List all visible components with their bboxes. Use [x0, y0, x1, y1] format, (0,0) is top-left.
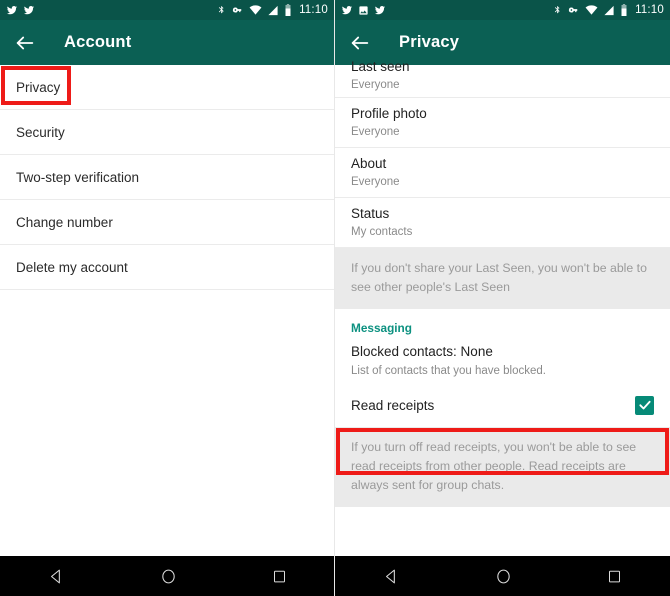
right-navigation-bar — [335, 556, 670, 596]
home-nav-icon[interactable] — [160, 568, 177, 585]
right-status-time: 11:10 — [635, 4, 664, 16]
bluetooth-icon — [217, 4, 226, 16]
read-receipts-checkbox[interactable] — [635, 395, 654, 415]
privacy-item-last-seen[interactable]: Last seen Everyone — [335, 59, 670, 98]
battery-icon — [620, 4, 628, 16]
photo-icon — [358, 5, 369, 16]
left-status-bar: 11:10 — [0, 0, 334, 20]
vpn-key-icon — [231, 5, 244, 15]
privacy-item-value: Everyone — [351, 176, 400, 189]
sidebar-item-delete-my-account[interactable]: Delete my account — [0, 245, 334, 290]
right-page-title: Privacy — [399, 33, 460, 51]
left-status-notification-icons — [6, 5, 35, 16]
read-receipts-row[interactable]: Read receipts — [335, 383, 670, 428]
privacy-item-profile-photo[interactable]: Profile photo Everyone — [335, 98, 670, 148]
wifi-icon — [585, 5, 598, 15]
blocked-contacts-title: Blocked contacts: None — [351, 344, 493, 360]
recents-nav-icon[interactable] — [272, 569, 287, 584]
left-page-title: Account — [64, 33, 132, 51]
signal-icon — [603, 5, 615, 16]
privacy-item-title: Last seen — [351, 58, 410, 74]
right-status-notification-icons — [341, 5, 386, 16]
left-status-system-icons: 11:10 — [217, 4, 328, 16]
back-arrow-icon[interactable] — [14, 32, 36, 54]
privacy-item-value: My contacts — [351, 226, 413, 239]
left-navigation-bar — [0, 556, 334, 596]
account-settings-list: Privacy Security Two-step verification C… — [0, 65, 334, 290]
privacy-item-value: Everyone — [351, 78, 400, 91]
back-nav-icon[interactable] — [383, 568, 400, 585]
left-phone-panel: 11:10 Account Privacy Security Two-step … — [0, 0, 335, 596]
blocked-contacts-item[interactable]: Blocked contacts: None List of contacts … — [335, 339, 670, 384]
sidebar-item-label: Change number — [16, 214, 113, 230]
recents-nav-icon[interactable] — [607, 569, 622, 584]
privacy-settings-list: Last seen Everyone Profile photo Everyon… — [335, 59, 670, 508]
wifi-icon — [249, 5, 262, 15]
sidebar-item-label: Privacy — [16, 79, 61, 95]
vpn-key-icon — [567, 5, 580, 15]
dual-screenshot-container: 11:10 Account Privacy Security Two-step … — [0, 0, 670, 596]
sidebar-item-privacy[interactable]: Privacy — [0, 65, 334, 110]
sidebar-item-change-number[interactable]: Change number — [0, 200, 334, 245]
twitter-icon — [341, 5, 353, 16]
read-receipts-label: Read receipts — [351, 397, 435, 413]
sidebar-item-label: Delete my account — [16, 259, 128, 275]
right-status-bar: 11:10 — [335, 0, 670, 20]
sidebar-item-security[interactable]: Security — [0, 110, 334, 155]
home-nav-icon[interactable] — [495, 568, 512, 585]
back-nav-icon[interactable] — [48, 568, 65, 585]
left-toolbar: Account — [0, 20, 334, 65]
sidebar-item-label: Security — [16, 124, 65, 140]
left-status-time: 11:10 — [299, 4, 328, 16]
privacy-item-title: Profile photo — [351, 105, 427, 121]
privacy-item-status[interactable]: Status My contacts — [335, 198, 670, 248]
privacy-item-value: Everyone — [351, 126, 400, 139]
blocked-contacts-subtitle: List of contacts that you have blocked. — [351, 364, 546, 377]
messaging-section-header: Messaging — [351, 321, 412, 336]
right-status-system-icons: 11:10 — [553, 4, 664, 16]
right-phone-panel: 11:10 Privacy Last seen Everyone Profile… — [335, 0, 670, 596]
battery-icon — [284, 4, 292, 16]
back-arrow-icon[interactable] — [349, 32, 371, 54]
privacy-item-about[interactable]: About Everyone — [335, 148, 670, 198]
bluetooth-icon — [553, 4, 562, 16]
twitter-icon — [6, 5, 18, 16]
sidebar-item-label: Two-step verification — [16, 169, 140, 185]
privacy-item-title: Status — [351, 205, 390, 221]
sidebar-item-two-step-verification[interactable]: Two-step verification — [0, 155, 334, 200]
twitter-icon — [23, 5, 35, 16]
last-seen-note: If you don't share your Last Seen, you w… — [335, 248, 670, 310]
signal-icon — [267, 5, 279, 16]
privacy-item-title: About — [351, 155, 387, 171]
read-receipts-note: If you turn off read receipts, you won't… — [335, 427, 670, 508]
twitter-icon — [374, 5, 386, 16]
